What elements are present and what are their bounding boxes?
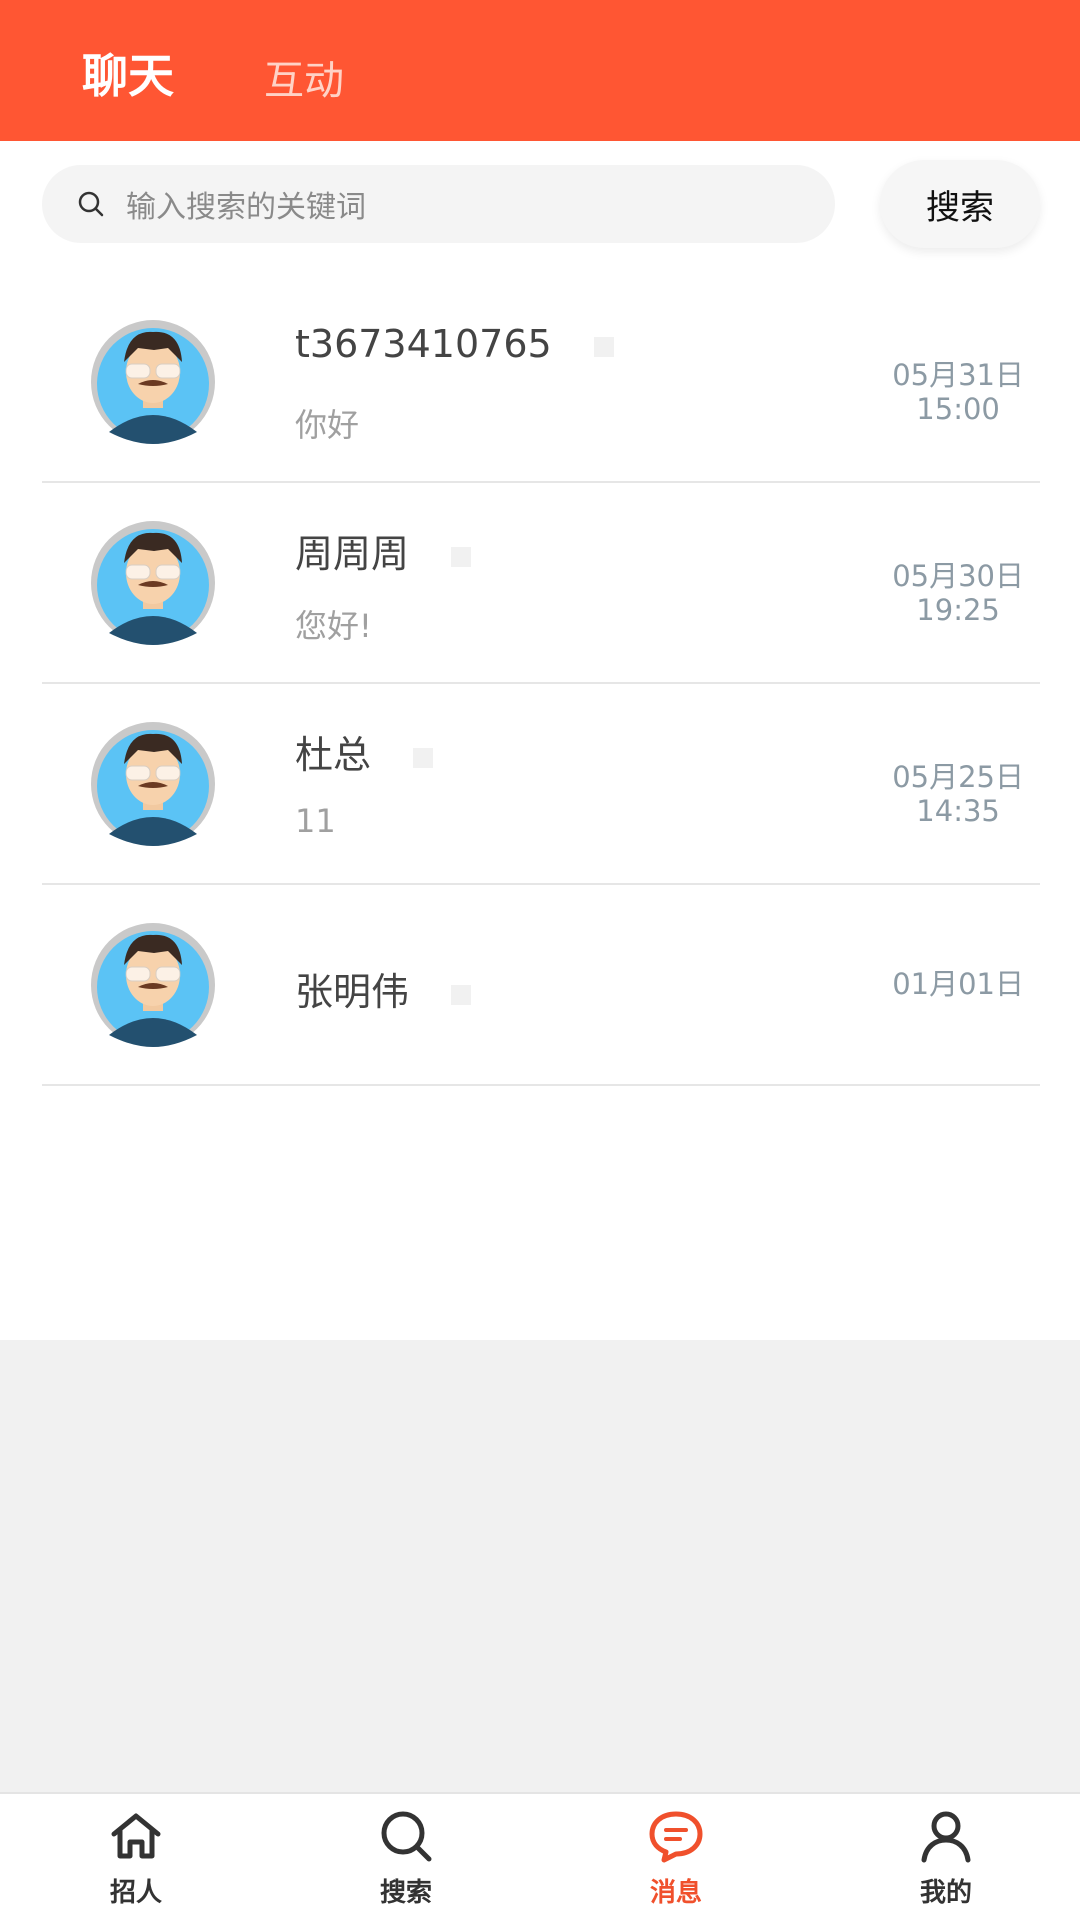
bottom-nav: 招人 搜索 消息 我的 xyxy=(0,1792,1080,1920)
search-button[interactable]: 搜索 xyxy=(880,160,1040,248)
chat-timestamp: 01月01日 xyxy=(892,967,1024,1001)
chat-date: 05月31日 xyxy=(892,358,1024,392)
avatar xyxy=(91,319,215,444)
avatar xyxy=(91,922,215,1047)
search-icon xyxy=(381,1811,432,1862)
chat-name: t3673410765 xyxy=(295,322,614,366)
user-icon xyxy=(921,1811,971,1863)
chat-name: 张明伟 xyxy=(295,961,472,1016)
chat-list-item[interactable]: 杜总 11 05月25日 14:35 xyxy=(42,684,1040,885)
chat-last-message: 你好 xyxy=(295,406,360,444)
chat-list-item[interactable]: 张明伟 01月01日 xyxy=(42,885,1040,1086)
nav-label: 搜索 xyxy=(379,1878,432,1908)
nav-item-search[interactable]: 搜索 xyxy=(326,1794,486,1920)
nav-label: 消息 xyxy=(649,1878,702,1908)
chat-name: 周周周 xyxy=(295,523,472,578)
top-header: 聊天 互动 xyxy=(0,0,1080,141)
nav-item-profile[interactable]: 我的 xyxy=(866,1794,1026,1920)
chat-date: 05月25日 xyxy=(892,760,1024,794)
status-marker xyxy=(451,546,472,567)
chat-name: 杜总 xyxy=(295,724,434,779)
empty-area xyxy=(0,1340,1080,1792)
search-icon xyxy=(64,177,118,231)
chat-date: 01月01日 xyxy=(892,967,1024,1001)
chat-list-item[interactable]: t3673410765 你好 05月31日 15:00 xyxy=(42,282,1040,483)
chat-bubble-icon xyxy=(649,1811,703,1863)
home-icon xyxy=(111,1813,161,1859)
status-marker xyxy=(451,984,472,1005)
status-marker xyxy=(413,747,434,768)
chat-time: 15:00 xyxy=(916,392,1000,426)
chat-last-message: 您好! xyxy=(295,607,372,645)
chat-list: t3673410765 你好 05月31日 15:00 周周周 您好! 05月3… xyxy=(42,282,1040,1086)
tab-interact[interactable]: 互动 xyxy=(264,48,344,106)
search-input[interactable]: 输入搜索的关键词 xyxy=(42,165,835,243)
nav-item-recruit[interactable]: 招人 xyxy=(56,1794,216,1920)
nav-item-messages[interactable]: 消息 xyxy=(596,1794,756,1920)
chat-timestamp: 05月31日 15:00 xyxy=(892,358,1024,426)
nav-label: 我的 xyxy=(919,1878,972,1908)
avatar xyxy=(91,721,215,846)
chat-list-item[interactable]: 周周周 您好! 05月30日 19:25 xyxy=(42,483,1040,684)
chat-date: 05月30日 xyxy=(892,559,1024,593)
tab-chat[interactable]: 聊天 xyxy=(82,40,174,106)
chat-time: 19:25 xyxy=(916,593,1000,627)
avatar xyxy=(91,520,215,645)
chat-last-message: 11 xyxy=(295,802,336,840)
status-marker xyxy=(593,336,614,357)
search-placeholder: 输入搜索的关键词 xyxy=(126,190,366,225)
chat-time: 14:35 xyxy=(916,794,1000,828)
chat-timestamp: 05月25日 14:35 xyxy=(892,760,1024,828)
chat-timestamp: 05月30日 19:25 xyxy=(892,559,1024,627)
nav-label: 招人 xyxy=(109,1878,162,1908)
